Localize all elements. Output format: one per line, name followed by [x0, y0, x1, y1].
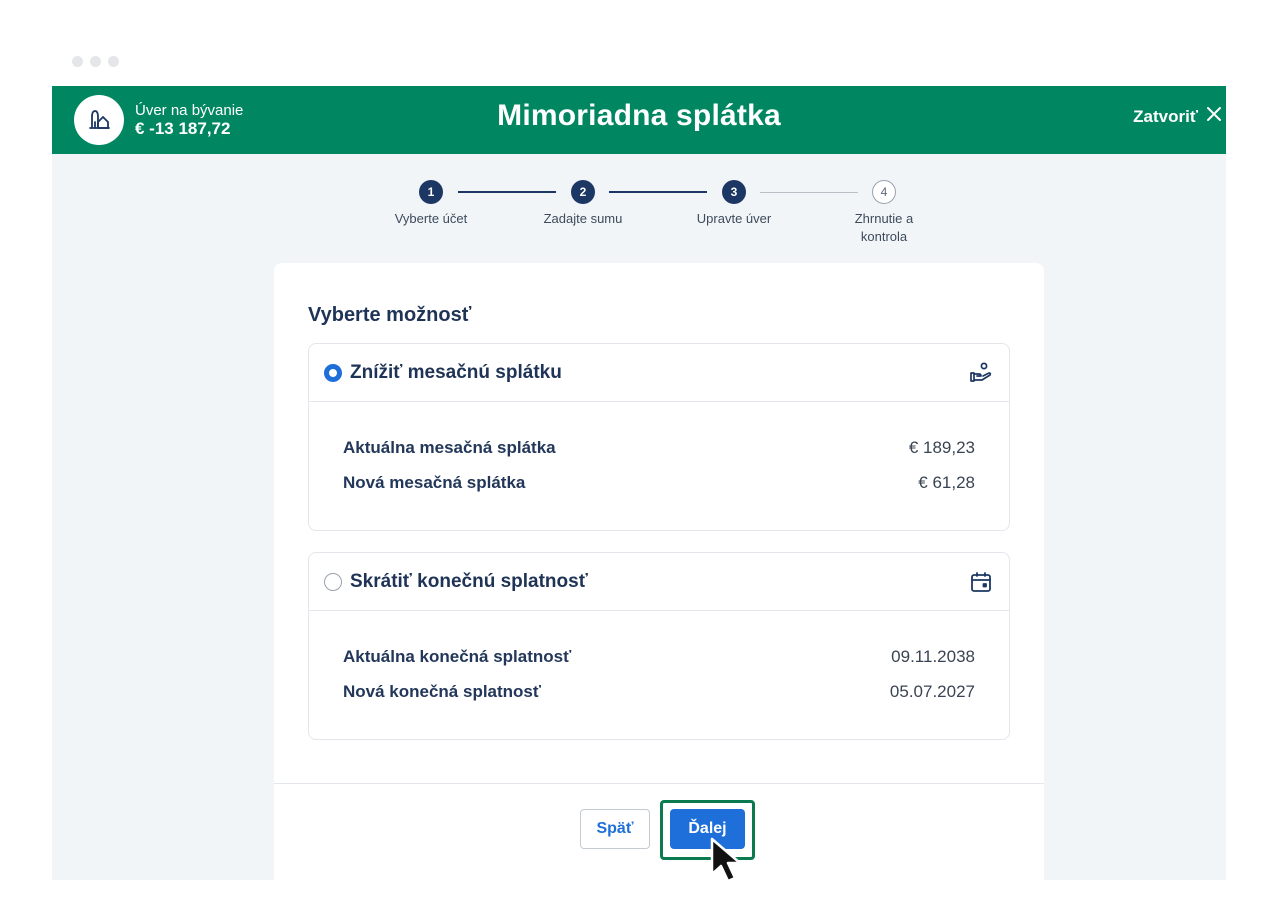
step-number: 1: [419, 180, 443, 204]
window-controls: [72, 56, 119, 67]
step-1: 1 Vyberte účet: [366, 180, 496, 228]
option-shorten-maturity: Skrátiť konečnú splatnosť Aktuálna koneč…: [308, 552, 1010, 740]
option-label: Skrátiť konečnú splatnosť: [350, 570, 588, 592]
row-value: 05.07.2027: [889, 681, 975, 701]
close-label: Zatvoriť: [1133, 106, 1198, 126]
detail-row: Nová mesačná splátka € 61,28: [309, 465, 1009, 500]
radio-button[interactable]: [324, 572, 342, 591]
back-button[interactable]: Späť: [580, 809, 650, 849]
row-value: € 61,28: [918, 472, 975, 492]
row-label: Nová mesačná splátka: [343, 472, 526, 492]
progress-stepper: 1 Vyberte účet 2 Zadajte sumu 3 Upravte …: [52, 180, 1226, 250]
calendar-icon: [969, 570, 993, 599]
option-header[interactable]: Znížiť mesačnú splátku: [309, 344, 1009, 402]
close-button[interactable]: Zatvoriť: [1133, 106, 1222, 127]
window-dot: [90, 56, 101, 67]
row-label: Aktuálna mesačná splátka: [343, 437, 556, 457]
hand-coin-icon: [969, 361, 993, 390]
step-label: Vyberte účet: [394, 211, 468, 226]
mouse-pointer-icon: [708, 836, 758, 891]
detail-row: Nová konečná splatnosť 05.07.2027: [309, 674, 1009, 709]
step-2: 2 Zadajte sumu: [518, 180, 648, 228]
step-number: 2: [571, 180, 595, 204]
option-reduce-payment: Znížiť mesačnú splátku Aktuálna mesačná …: [308, 343, 1010, 531]
step-number: 4: [872, 180, 896, 204]
card-title: Vyberte možnosť: [308, 304, 472, 326]
row-value: 09.11.2038: [891, 646, 975, 666]
window-dot: [108, 56, 119, 67]
step-label: Zadajte sumu: [543, 211, 623, 226]
step-number: 3: [722, 180, 746, 204]
row-label: Nová konečná splatnosť: [343, 681, 542, 701]
option-header[interactable]: Skrátiť konečnú splatnosť: [309, 553, 1009, 611]
detail-row: Aktuálna mesačná splátka € 189,23: [309, 430, 1009, 465]
radio-button-selected[interactable]: [324, 363, 342, 382]
step-label: Zhrnutie a kontrola: [854, 211, 914, 244]
options-card: Vyberte možnosť Znížiť mesačnú splátku A…: [274, 263, 1044, 880]
app-window: Úver na bývanie € -13 187,72 Mimoriadna …: [52, 86, 1226, 880]
footer-divider: [274, 783, 1044, 784]
close-icon: [1206, 106, 1222, 127]
row-label: Aktuálna konečná splatnosť: [343, 646, 572, 666]
step-4: 4 Zhrnutie a kontrola: [819, 180, 949, 245]
step-3: 3 Upravte úver: [669, 180, 799, 228]
row-value: € 189,23: [908, 437, 975, 457]
window-dot: [72, 56, 83, 67]
header-bar: Úver na bývanie € -13 187,72 Mimoriadna …: [52, 86, 1226, 154]
step-label: Upravte úver: [696, 211, 772, 226]
detail-row: Aktuálna konečná splatnosť 09.11.2038: [309, 639, 1009, 674]
page-title: Mimoriadna splátka: [497, 99, 781, 132]
option-label: Znížiť mesačnú splátku: [350, 361, 562, 383]
